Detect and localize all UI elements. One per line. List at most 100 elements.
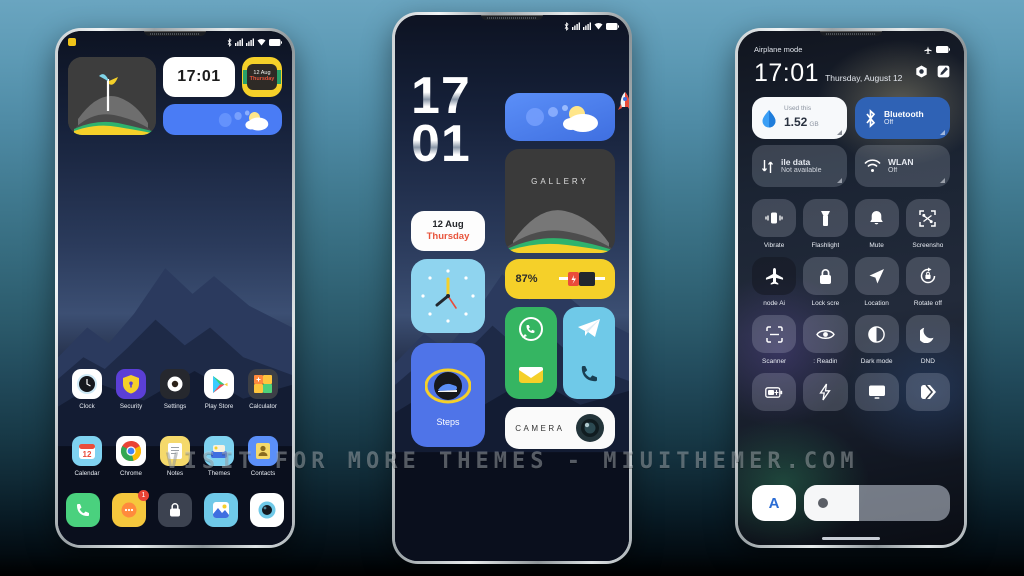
- airplane-mode-label: Airplane mode: [754, 45, 803, 54]
- weather-widget-art: [526, 105, 598, 132]
- phone-icon[interactable]: [66, 493, 100, 527]
- data-drop-icon: [762, 109, 776, 127]
- battery-charging-icon: [558, 272, 605, 286]
- app-chrome[interactable]: Chrome: [112, 436, 150, 477]
- rotate-icon: [905, 257, 950, 295]
- app-label: Themes: [207, 470, 231, 477]
- wlan-tile[interactable]: WLAN Off: [855, 145, 950, 187]
- app-calendar[interactable]: 12 Calendar: [68, 436, 106, 477]
- date-weekday: Thursday: [249, 76, 275, 82]
- toggle-airplane-mode[interactable]: node Ai: [752, 257, 797, 307]
- weather-widget[interactable]: [163, 104, 282, 135]
- app-themes[interactable]: Themes: [200, 436, 238, 477]
- toggle-second-space[interactable]: [905, 373, 950, 416]
- app-calculator[interactable]: Calculator: [244, 369, 282, 410]
- steps-widget[interactable]: Steps: [411, 343, 485, 447]
- app-label: Security: [119, 403, 143, 410]
- toggle-rotate[interactable]: Rotate off: [905, 257, 950, 307]
- airplane-icon: [924, 45, 932, 54]
- toggle-reading-mode[interactable]: : Readin: [803, 315, 848, 365]
- expand-corner-icon[interactable]: [837, 130, 842, 135]
- date-widget[interactable]: 12 Aug Thursday: [242, 57, 282, 97]
- app-contacts[interactable]: Contacts: [244, 436, 282, 477]
- steps-label: Steps: [436, 417, 460, 427]
- brightness-slider[interactable]: [804, 485, 950, 521]
- expand-corner-icon[interactable]: [940, 178, 945, 183]
- app-security[interactable]: Security: [112, 369, 150, 410]
- clock-icon: [72, 369, 102, 399]
- app-label: Settings: [163, 403, 187, 410]
- settings-icon[interactable]: [915, 65, 928, 83]
- analog-clock-widget[interactable]: [411, 259, 485, 333]
- signal-1-icon: [572, 22, 580, 30]
- quick-toggle-grid: Vibrate Flashlight Mute Screensho node A…: [752, 199, 950, 416]
- toggle-flashlight[interactable]: Flashlight: [803, 199, 848, 249]
- app-label: Clock: [79, 403, 95, 410]
- toggle-lock-screen[interactable]: Lock scre: [803, 257, 848, 307]
- gallery-icon[interactable]: [204, 493, 238, 527]
- signal-2-icon: [583, 22, 591, 30]
- expand-corner-icon[interactable]: [837, 178, 842, 183]
- brightness-knob[interactable]: [818, 498, 828, 508]
- camera-widget[interactable]: CAMERA: [505, 407, 615, 449]
- data-usage-tile[interactable]: Used this 1.52 GB: [752, 97, 847, 139]
- toggle-cast[interactable]: [854, 373, 899, 416]
- toggle-label: Location: [864, 300, 889, 307]
- status-icons: [564, 21, 619, 31]
- weather-widget[interactable]: [505, 93, 615, 141]
- toggle-screenshot[interactable]: Screensho: [905, 199, 950, 249]
- wifi-icon: [594, 22, 603, 30]
- toggle-bolt[interactable]: [803, 373, 848, 416]
- messages-icon[interactable]: 1: [112, 490, 149, 527]
- toggle-location[interactable]: Location: [854, 257, 899, 307]
- toggle-battery-saver[interactable]: [752, 373, 797, 416]
- mobile-data-title: ile data: [781, 156, 811, 167]
- weather-widget-art: [218, 110, 269, 131]
- battery-saver-icon: [752, 373, 797, 411]
- toggle-mute[interactable]: Mute: [854, 199, 899, 249]
- mobile-data-state: Not available: [781, 166, 822, 174]
- lock-icon[interactable]: [158, 493, 192, 527]
- photo-widget[interactable]: [68, 57, 156, 135]
- phone-icon[interactable]: [577, 362, 601, 391]
- app-clock[interactable]: Clock: [68, 369, 106, 410]
- svg-text:12: 12: [83, 450, 92, 459]
- mail-icon[interactable]: [518, 365, 544, 390]
- app-label: Calculator: [249, 403, 277, 410]
- whatsapp-icon[interactable]: [518, 316, 544, 347]
- date-widget[interactable]: 12 Aug Thursday: [411, 211, 485, 251]
- clock-hour: 17: [411, 67, 471, 125]
- toggle-dark-mode[interactable]: Dark mode: [854, 315, 899, 365]
- cast-icon: [854, 373, 899, 411]
- clock-date: Thursday, August 12: [825, 73, 903, 83]
- app-play-store[interactable]: Play Store: [200, 369, 238, 410]
- big-clock-widget[interactable]: 17 01: [411, 67, 471, 170]
- gallery-widget[interactable]: GALLERY: [505, 149, 615, 253]
- home-indicator[interactable]: [822, 537, 880, 540]
- play-store-icon: [204, 369, 234, 399]
- telegram-icon[interactable]: [576, 316, 602, 345]
- battery-widget[interactable]: 87%: [505, 259, 615, 299]
- battery-icon: [269, 38, 282, 46]
- toggle-scanner[interactable]: Scanner: [752, 315, 797, 365]
- toggle-dnd[interactable]: DND: [905, 315, 950, 365]
- rocket-icon[interactable]: [617, 91, 629, 118]
- app-shortcut-column-right: [563, 307, 615, 399]
- app-settings[interactable]: Settings: [156, 369, 194, 410]
- app-label: Play Store: [204, 403, 234, 410]
- contacts-icon: [248, 436, 278, 466]
- moon-icon: [905, 315, 950, 353]
- app-notes[interactable]: Notes: [156, 436, 194, 477]
- toggle-label: Dark mode: [860, 358, 893, 365]
- second-space-icon: [905, 373, 950, 411]
- mobile-data-tile[interactable]: ile data Not available: [752, 145, 847, 187]
- clock-widget[interactable]: 17:01: [163, 57, 235, 97]
- bluetooth-tile[interactable]: Bluetooth Off: [855, 97, 950, 139]
- expand-corner-icon[interactable]: [940, 130, 945, 135]
- app-label: Contacts: [250, 470, 276, 477]
- toggle-vibrate[interactable]: Vibrate: [752, 199, 797, 249]
- auto-brightness-button[interactable]: A: [752, 485, 796, 521]
- mobile-data-icon: [761, 159, 774, 173]
- camera-icon[interactable]: [250, 493, 284, 527]
- edit-icon[interactable]: [937, 65, 950, 83]
